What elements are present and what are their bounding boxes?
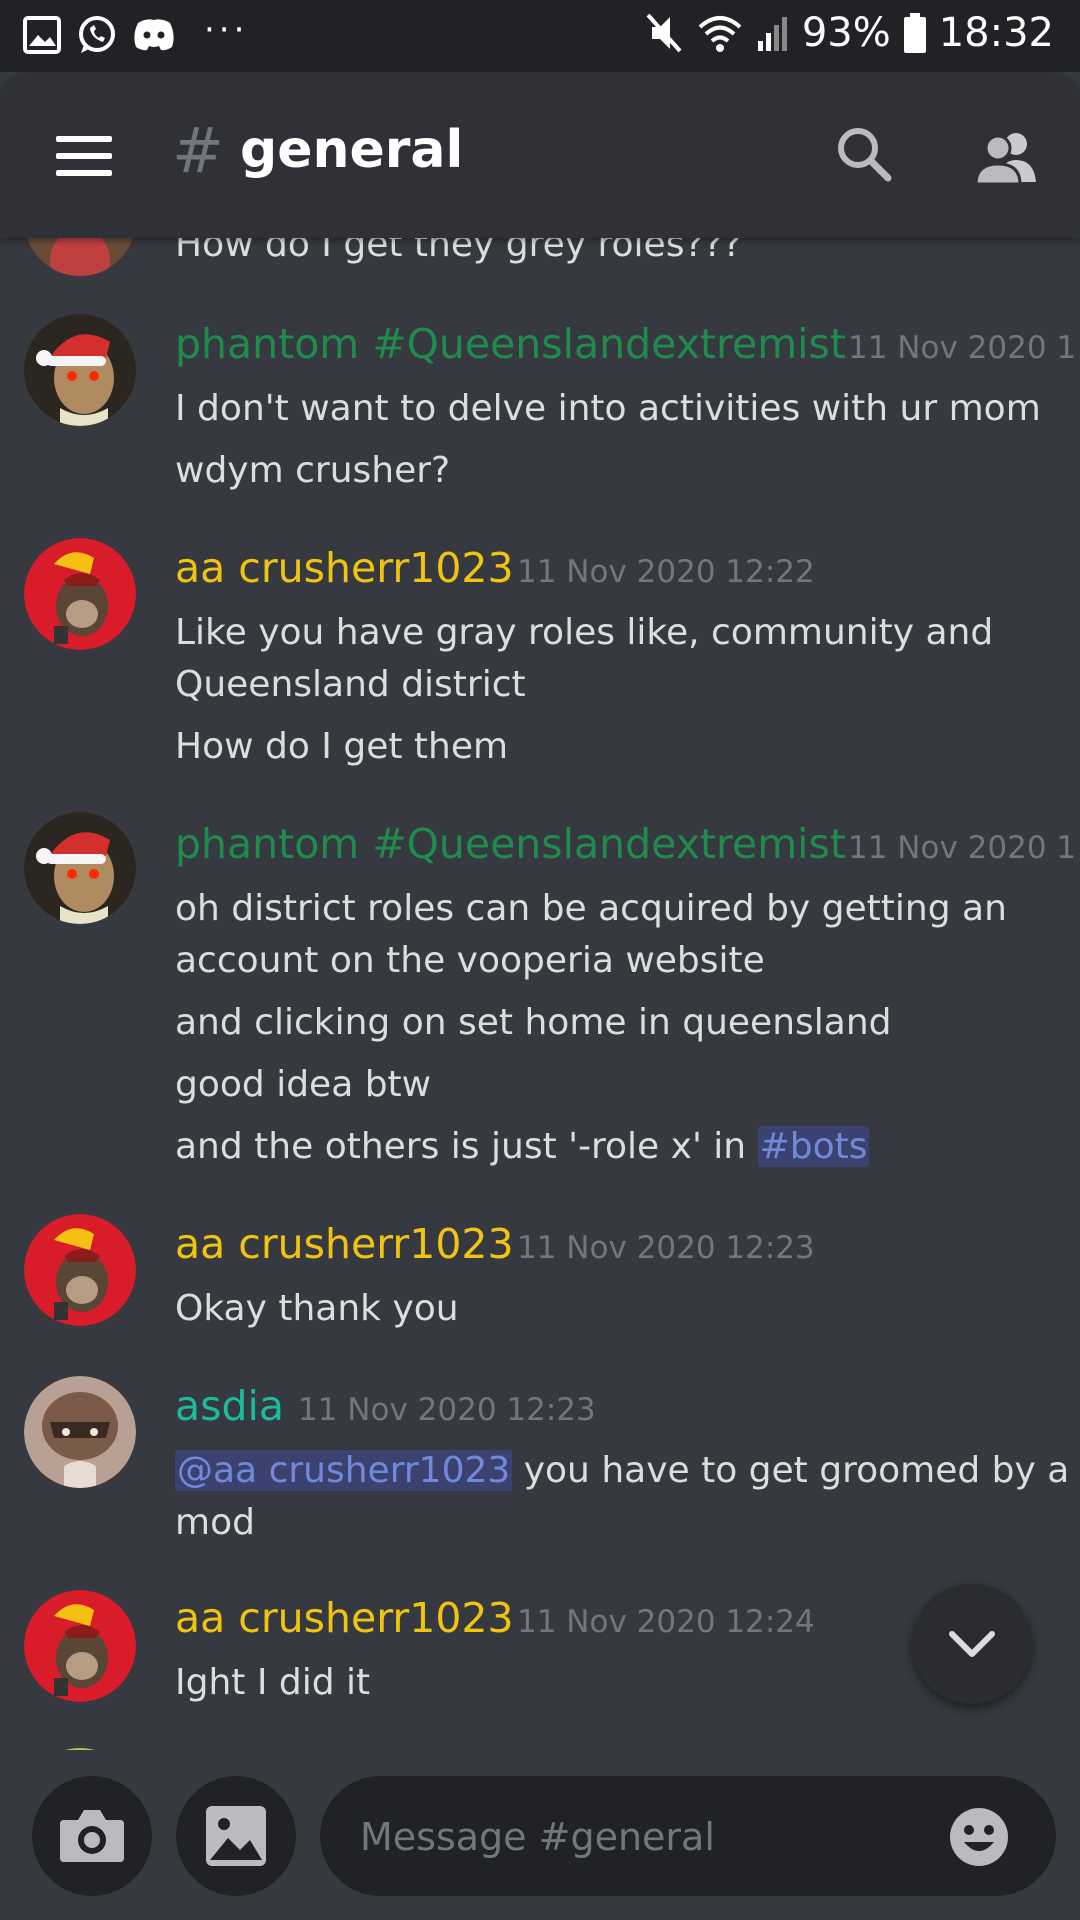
message-text: I don't want to delve into activities wi…: [175, 388, 1041, 429]
avatar[interactable]: [24, 314, 136, 426]
search-icon[interactable]: [834, 124, 894, 184]
image-icon: [206, 1806, 266, 1866]
message-timestamp: 11 Nov 2020 12:23: [517, 1230, 815, 1266]
message-list[interactable]: How do I get they grey roles??? phantom …: [0, 238, 1080, 1750]
message-composer: [0, 1750, 1080, 1920]
message-text: account on the vooperia website: [175, 940, 765, 981]
avatar[interactable]: [24, 1590, 136, 1702]
avatar[interactable]: [24, 238, 136, 276]
status-bar: ··· 93% 18:32: [0, 0, 1080, 72]
avatar[interactable]: [24, 1214, 136, 1326]
status-bar-right: 93% 18:32: [644, 10, 1054, 56]
message-text: Like you have gray roles like, community…: [175, 612, 994, 653]
message-text: Queensland district: [175, 664, 526, 705]
message-text: oh district roles can be acquired by get…: [175, 888, 1007, 929]
message-text: and the others is just '-role x' in #bot…: [175, 1126, 870, 1167]
battery-icon: [903, 13, 926, 53]
message-timestamp: 11 Nov 2020 1: [848, 830, 1077, 866]
more-notifications-indicator: ···: [204, 10, 249, 50]
avatar[interactable]: [24, 1376, 136, 1488]
jump-to-latest-button[interactable]: [912, 1584, 1032, 1704]
message-timestamp: 11 Nov 2020 12:23: [298, 1392, 596, 1428]
hamburger-menu-icon[interactable]: [56, 136, 112, 176]
message-text: and clicking on set home in queensland: [175, 1002, 892, 1043]
discord-icon: [134, 19, 174, 51]
chevron-down-icon: [949, 1631, 995, 1657]
members-icon[interactable]: [974, 128, 1040, 184]
mute-icon: [646, 13, 682, 53]
emoji-icon[interactable]: [948, 1806, 1010, 1868]
message-text: Okay thank you: [175, 1288, 459, 1329]
message-text: mod: [175, 1502, 255, 1543]
user-mention[interactable]: @aa crusherr1023: [175, 1450, 513, 1491]
battery-percent: 93%: [801, 10, 891, 56]
message-text: @aa crusherr1023 you have to get groomed…: [175, 1450, 1069, 1491]
message-text: wdym crusher?: [175, 450, 451, 491]
message-author[interactable]: aa crusherr1023: [175, 1220, 514, 1268]
message-text-segment: you have to get groomed by a: [512, 1450, 1070, 1491]
message-timestamp: 11 Nov 2020 1: [848, 330, 1077, 366]
message-text-segment: and the others is just '-role x' in: [175, 1126, 758, 1167]
avatar[interactable]: [24, 538, 136, 650]
gallery-icon: [23, 16, 61, 54]
message-timestamp: 11 Nov 2020 12:22: [517, 554, 815, 590]
status-bar-left: ···: [22, 10, 248, 56]
channel-title: general: [240, 120, 464, 180]
whatsapp-icon: [79, 16, 115, 53]
message-text: How do I get they grey roles???: [175, 238, 742, 265]
channel-hash-icon: #: [172, 114, 224, 187]
wifi-icon: [698, 16, 742, 52]
camera-button[interactable]: [32, 1776, 152, 1896]
message-author[interactable]: phantom #Queenslandextremist: [175, 820, 846, 868]
channel-link[interactable]: #bots: [757, 1126, 870, 1167]
camera-icon: [60, 1810, 124, 1862]
gallery-button[interactable]: [176, 1776, 296, 1896]
message-input-container[interactable]: [320, 1776, 1056, 1898]
message-author[interactable]: asdia: [175, 1382, 284, 1430]
clock: 18:32: [938, 10, 1054, 56]
message-timestamp: 11 Nov 2020 12:24: [517, 1604, 815, 1640]
message-text: good idea btw: [175, 1064, 432, 1105]
avatar[interactable]: [24, 812, 136, 924]
message-text: How do I get them: [175, 726, 509, 767]
message-text: Ight I did it: [175, 1662, 371, 1703]
message-author[interactable]: aa crusherr1023: [175, 544, 514, 592]
channel-header: # general: [0, 72, 1080, 238]
signal-icon: [757, 17, 787, 51]
message-author[interactable]: phantom #Queenslandextremist: [175, 320, 846, 368]
message-author[interactable]: aa crusherr1023: [175, 1594, 514, 1642]
message-input[interactable]: [358, 1776, 922, 1898]
